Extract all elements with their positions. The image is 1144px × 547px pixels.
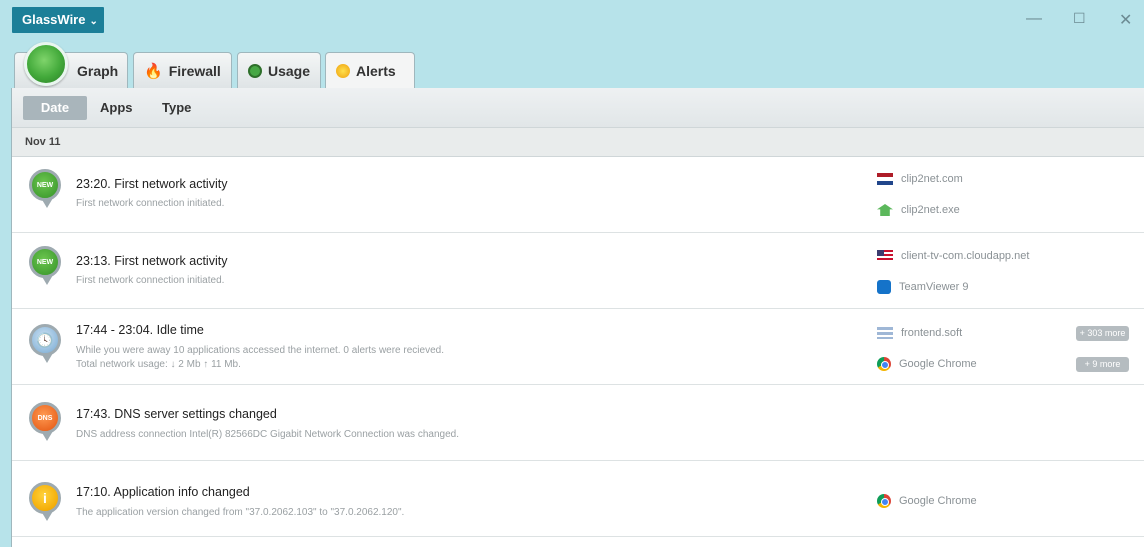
tab-firewall[interactable]: 🔥 Firewall: [133, 52, 232, 88]
alert-bulb-icon: [336, 64, 350, 78]
alert-row[interactable]: NEW 23:13. First network activity First …: [12, 233, 1144, 309]
usage-icon: [248, 63, 262, 78]
new-alert-pin-icon: NEW: [29, 246, 61, 285]
alert-app-name: clip2net.exe: [901, 204, 960, 216]
alert-description: First network connection initiated.: [76, 275, 225, 286]
maximize-button[interactable]: ☐: [1073, 10, 1086, 27]
alert-title: 17:10. Application info changed: [76, 485, 250, 499]
alert-title: 23:20. First network activity: [76, 177, 228, 191]
us-flag-icon: [877, 250, 893, 262]
tab-usage[interactable]: Usage: [237, 52, 321, 88]
more-badge[interactable]: + 303 more: [1076, 326, 1129, 341]
alert-app-entry[interactable]: clip2net.com: [877, 171, 963, 187]
alert-app-entry[interactable]: Google Chrome: [877, 493, 977, 509]
alert-description: While you were away 10 applications acce…: [76, 345, 444, 356]
tab-alerts[interactable]: Alerts: [325, 52, 415, 89]
tab-graph-label: Graph: [77, 62, 119, 79]
alert-app-name: clip2net.com: [901, 173, 963, 185]
alert-app-name: frontend.soft: [901, 327, 963, 339]
glasswire-logo-icon[interactable]: [24, 42, 68, 86]
chrome-icon: [877, 357, 891, 371]
chevron-down-icon: ⌄: [89, 16, 98, 27]
more-badge[interactable]: + 9 more: [1076, 357, 1129, 372]
alert-row[interactable]: 🕓 17:44 - 23:04. Idle time While you wer…: [12, 309, 1144, 385]
alert-app-entry[interactable]: TeamViewer 9: [877, 279, 969, 295]
tab-usage-label: Usage: [268, 62, 311, 79]
netherlands-flag-icon: [877, 173, 893, 185]
minimize-button[interactable]: —: [1026, 10, 1042, 28]
alert-app-entry[interactable]: Google Chrome: [877, 356, 977, 372]
teamviewer-icon: [877, 280, 891, 294]
alert-app-name: Google Chrome: [899, 358, 977, 370]
filter-date-button[interactable]: Date: [23, 96, 87, 120]
alert-title: 17:44 - 23:04. Idle time: [76, 323, 204, 337]
dns-pin-icon: DNS: [29, 402, 61, 441]
clock-pin-icon: 🕓: [29, 324, 61, 363]
alert-row[interactable]: NEW 23:20. First network activity First …: [12, 157, 1144, 233]
new-alert-pin-icon: NEW: [29, 169, 61, 208]
alert-title: 17:43. DNS server settings changed: [76, 407, 277, 421]
close-button[interactable]: ✕: [1119, 10, 1132, 30]
flag-icon: [877, 327, 893, 339]
app-menu-button[interactable]: GlassWire ⌄: [12, 7, 104, 33]
filter-apps-button[interactable]: Apps: [100, 96, 133, 120]
alert-row[interactable]: i 17:10. Application info changed The ap…: [12, 461, 1144, 537]
alert-app-name: client-tv-com.cloudapp.net: [901, 250, 1030, 262]
flame-icon: 🔥: [144, 62, 163, 80]
alert-app-entry[interactable]: client-tv-com.cloudapp.net: [877, 248, 1029, 264]
alert-row[interactable]: DNS 17:43. DNS server settings changed D…: [12, 385, 1144, 461]
tab-alerts-label: Alerts: [356, 63, 396, 79]
app-menu-label: GlassWire: [22, 12, 86, 27]
alert-app-entry[interactable]: clip2net.exe: [877, 202, 960, 218]
alert-description: The application version changed from "37…: [76, 507, 405, 518]
alert-description: First network connection initiated.: [76, 198, 225, 209]
info-pin-icon: i: [29, 482, 61, 521]
alert-app-name: Google Chrome: [899, 495, 977, 507]
alerts-panel: Date Apps Type Nov 11 NEW 23:20. First n…: [11, 88, 1144, 547]
alert-description: DNS address connection Intel(R) 82566DC …: [76, 429, 459, 440]
filter-bar: Date Apps Type: [12, 88, 1144, 128]
title-bar: GlassWire ⌄ — ☐ ✕: [0, 0, 1144, 40]
alert-app-entry[interactable]: frontend.soft: [877, 325, 962, 341]
filter-type-button[interactable]: Type: [162, 96, 191, 120]
alert-title: 23:13. First network activity: [76, 254, 228, 268]
app-icon: [877, 204, 893, 216]
date-header: Nov 11: [12, 128, 1144, 157]
chrome-icon: [877, 494, 891, 508]
alert-usage-summary: Total network usage: ↓ 2 Mb ↑ 11 Mb.: [76, 359, 241, 370]
alert-app-name: TeamViewer 9: [899, 281, 969, 293]
tab-firewall-label: Firewall: [168, 62, 221, 79]
